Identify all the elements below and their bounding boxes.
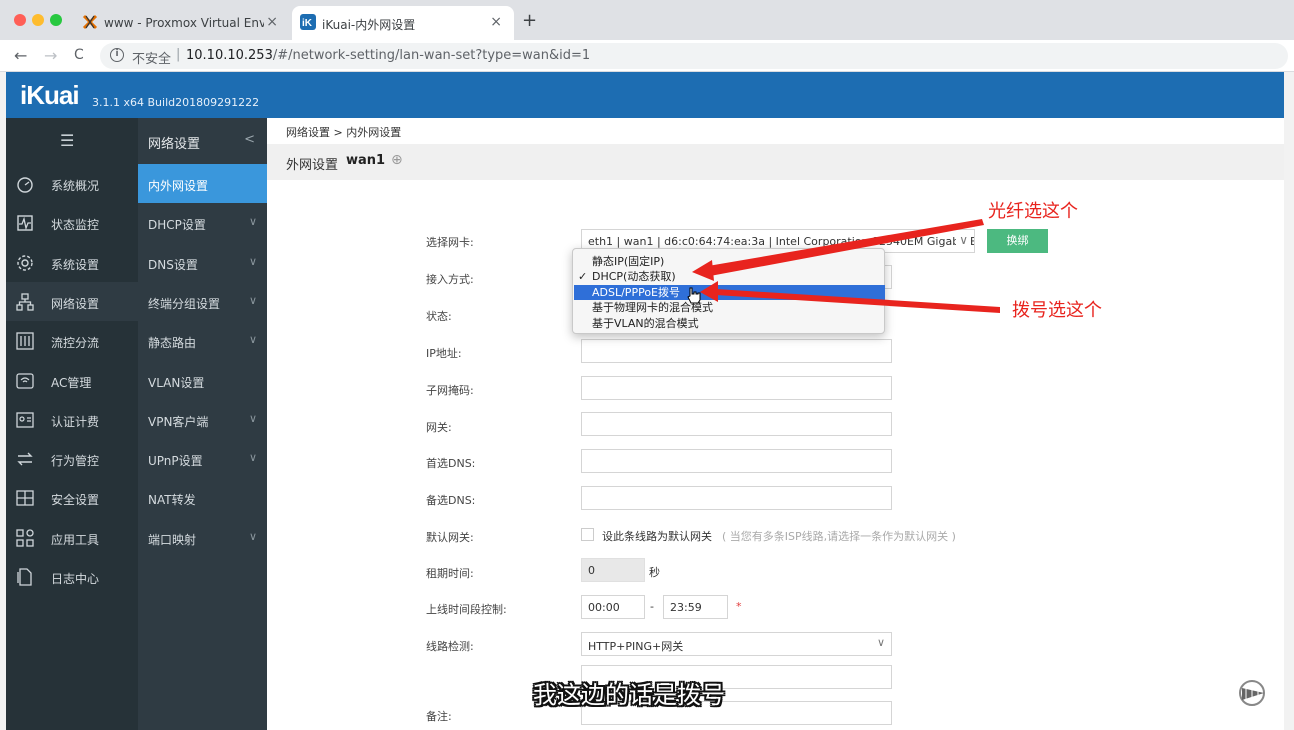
video-subtitle: 我这边的话是拨号: [533, 681, 725, 709]
arrow-to-pppoe: [716, 289, 1000, 313]
screen: www - Proxmox Virtual Environment × iK i…: [0, 0, 1294, 730]
arrow-to-dhcp: [708, 219, 984, 276]
annotation-fiber: 光纤选这个: [988, 201, 1078, 222]
arrow-head-dhcp: [692, 260, 714, 281]
hand-cursor-icon: [687, 287, 701, 304]
annotation-arrows: [687, 219, 1000, 313]
arrow-head-pppoe: [700, 281, 718, 302]
annotation-dialup: 拨号选这个: [1012, 300, 1102, 321]
watermark-logo-icon: [1239, 680, 1265, 706]
